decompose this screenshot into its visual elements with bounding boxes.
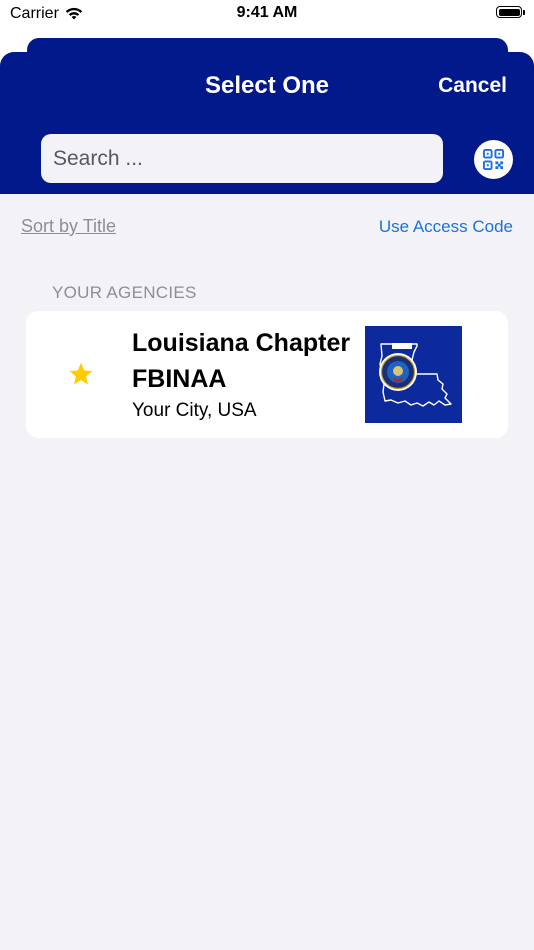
section-header-your-agencies: YOUR AGENCIES [52, 283, 197, 302]
agency-location: Your City, USA [132, 400, 257, 421]
status-time: 9:41 AM [236, 4, 298, 21]
agency-select-sheet: Select One Cancel Search ... Sort by Tit… [0, 52, 534, 950]
battery-tip [523, 10, 525, 15]
status-bar: Carrier 9:41 AM [0, 0, 534, 30]
louisiana-outline-icon [379, 343, 452, 407]
sheet-header: Select One Cancel [0, 52, 534, 194]
star-icon[interactable] [68, 361, 94, 387]
qr-code-icon [482, 148, 505, 171]
home-indicator-area [0, 944, 534, 950]
search-input[interactable] [41, 134, 443, 183]
cancel-button[interactable]: Cancel [438, 74, 507, 98]
use-access-code-link[interactable]: Use Access Code [379, 217, 513, 237]
louisiana-seal-logo [365, 326, 462, 423]
agency-list-item[interactable]: Louisiana Chapter FBINAA Your City, USA [26, 311, 508, 438]
qr-scan-button[interactable] [474, 140, 513, 179]
agency-name: Louisiana Chapter FBINAA [132, 329, 351, 393]
sort-by-title-link[interactable]: Sort by Title [21, 216, 116, 237]
battery-icon [496, 6, 522, 18]
